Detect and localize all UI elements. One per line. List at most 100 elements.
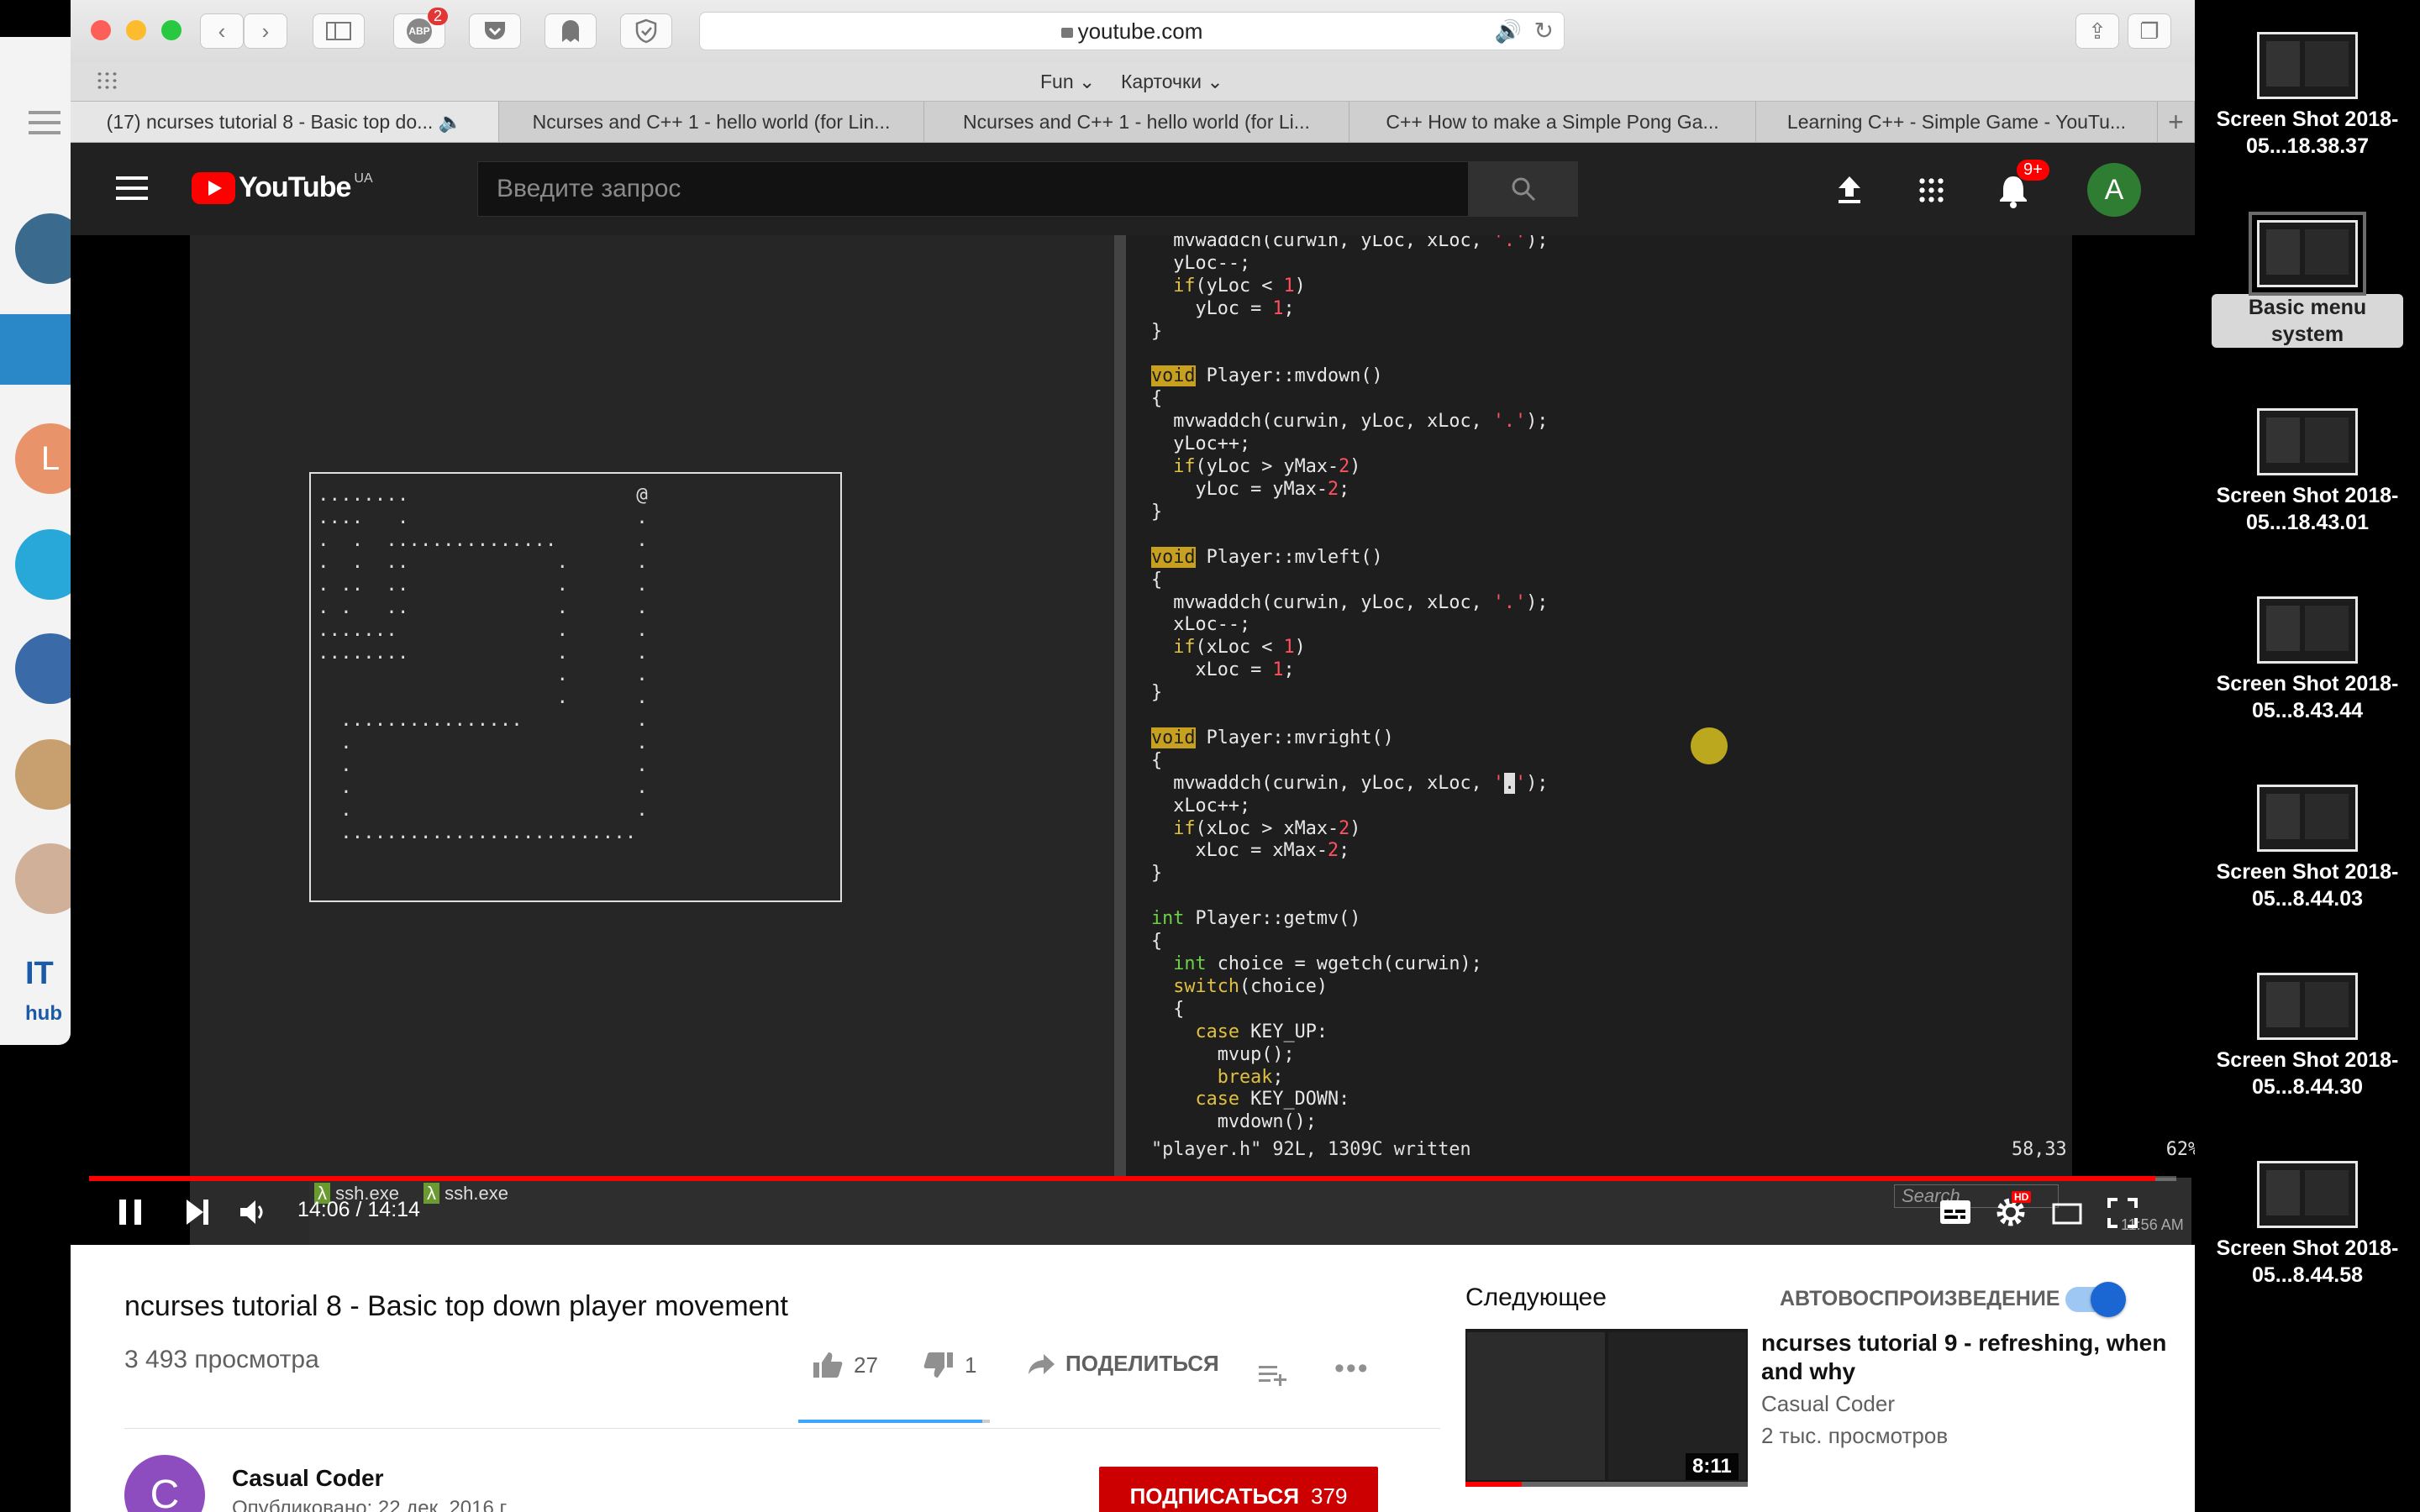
desktop: Screen Shot 2018-05...18.38.37 Basic men…: [2195, 0, 2420, 1512]
file-thumbnail-icon: [2249, 212, 2366, 296]
tab[interactable]: Learning C++ - Simple Game - YouTu...: [1756, 102, 2158, 142]
channel-avatar[interactable]: C: [124, 1455, 205, 1512]
mute-button[interactable]: [239, 1198, 267, 1231]
progress-played: [89, 1176, 2156, 1181]
autoplay-toggle-knob[interactable]: [2091, 1282, 2126, 1317]
adblock-extension-button[interactable]: ABP 2: [393, 8, 448, 49]
share-button[interactable]: ⇪: [2075, 13, 2119, 49]
search-button[interactable]: [1469, 161, 1578, 217]
thumbs-up-icon: [813, 1352, 843, 1378]
tab[interactable]: C++ How to make a Simple Pong Ga...: [1349, 102, 1756, 142]
privacy-shield-button[interactable]: [620, 13, 672, 49]
settings-button[interactable]: HD: [1995, 1191, 2032, 1232]
reload-icon[interactable]: ↻: [1534, 13, 1554, 50]
fullscreen-icon[interactable]: [2107, 1198, 2138, 1228]
account-avatar[interactable]: A: [2087, 163, 2141, 217]
chevron-left-icon: ‹: [218, 18, 226, 44]
pocket-button[interactable]: [469, 13, 521, 49]
share-button[interactable]: ПОДЕЛИТЬСЯ: [1027, 1351, 1219, 1377]
vim-cursor-position: 58,33 62%: [2012, 1139, 2195, 1160]
pocket-icon: [485, 22, 505, 39]
show-tabs-button[interactable]: ❐: [2128, 13, 2171, 49]
desktop-file[interactable]: Screen Shot 2018-05...18.43.01: [2212, 408, 2403, 536]
like-button[interactable]: 27: [812, 1351, 878, 1379]
upload-icon[interactable]: [1833, 173, 1865, 205]
next-video-button[interactable]: [185, 1198, 210, 1231]
skip-next-icon: [187, 1200, 208, 1225]
up-next-heading: Следующее: [1465, 1284, 1607, 1311]
desktop-file[interactable]: Screen Shot 2018-05...18.38.37: [2212, 32, 2403, 160]
bookmark-folder-fun[interactable]: Fun ⌄: [1040, 71, 1095, 93]
desktop-file[interactable]: Screen Shot 2018-05...8.44.30: [2212, 973, 2403, 1100]
shield-icon: [635, 18, 657, 44]
next-video-views: 2 тыс. просмотров: [1761, 1423, 1949, 1448]
file-thumbnail-icon: [2257, 973, 2358, 1040]
new-tab-button[interactable]: +: [2158, 102, 2195, 142]
volume-icon: [240, 1200, 263, 1224]
video-title: ncurses tutorial 8 - Basic top down play…: [124, 1290, 788, 1322]
tabs-icon: ❐: [2139, 18, 2160, 44]
progress-bar[interactable]: [89, 1176, 2176, 1181]
menu-icon[interactable]: [29, 111, 60, 134]
tab-active[interactable]: (17) ncurses tutorial 8 - Basic top do..…: [71, 102, 499, 142]
vim-status-message: "player.h" 92L, 1309C written: [1151, 1139, 1471, 1160]
desktop-file[interactable]: Screen Shot 2018-05...8.44.03: [2212, 785, 2403, 912]
ghost-icon: [562, 20, 579, 42]
apps-icon[interactable]: [1918, 176, 1944, 203]
contact-avatar-selected[interactable]: [0, 314, 71, 385]
zoom-window-button[interactable]: [161, 20, 182, 40]
share-icon: ⇪: [2088, 18, 2107, 44]
ghostery-button[interactable]: [544, 13, 597, 49]
desktop-file-selected[interactable]: Basic menu system: [2212, 212, 2403, 348]
bookmark-folder-cards[interactable]: Карточки ⌄: [1121, 71, 1223, 93]
back-button[interactable]: ‹: [200, 13, 244, 49]
next-video-channel[interactable]: Casual Coder: [1761, 1391, 1895, 1417]
tab[interactable]: Ncurses and C++ 1 - hello world (for Li.…: [924, 102, 1349, 142]
video-frame: ........ @ .... . . . . ............... …: [190, 235, 2195, 1245]
more-actions-icon[interactable]: •••: [1334, 1352, 1370, 1385]
desktop-file[interactable]: Screen Shot 2018-05...8.43.44: [2212, 596, 2403, 724]
guide-menu-icon[interactable]: [116, 176, 148, 200]
pause-button[interactable]: [118, 1198, 143, 1231]
pause-icon: [119, 1200, 141, 1225]
subtitles-icon[interactable]: [1939, 1200, 1971, 1225]
channel-name[interactable]: Casual Coder: [232, 1465, 384, 1492]
next-video-title[interactable]: ncurses tutorial 9 - refreshing, when an…: [1761, 1329, 2181, 1386]
address-bar[interactable]: youtube.com 🔊 ↻: [699, 12, 1565, 50]
forward-button[interactable]: ›: [244, 13, 287, 49]
notification-badge: 9+: [2017, 160, 2049, 181]
sidebar-toggle-button[interactable]: [313, 13, 365, 49]
video-player[interactable]: ........ @ .... . . . . ............... …: [71, 235, 2195, 1245]
vim-editor-pane: mvwaddch(curwin, yLoc, xLoc, '.'); yLoc-…: [1126, 235, 2195, 1178]
it-hub-logo[interactable]: IT hub: [25, 956, 62, 1028]
hd-badge: HD: [2012, 1191, 2032, 1203]
divider: [124, 1428, 1440, 1429]
game-map: ........ @ .... . . . . ............... …: [318, 484, 648, 843]
file-thumbnail-icon: [2257, 596, 2358, 664]
search-input[interactable]: Введите запрос: [477, 161, 1469, 217]
adblock-badge: 2: [427, 8, 448, 25]
terminal-game-pane: ........ @ .... . . . . ............... …: [190, 235, 1114, 1178]
autoplay-label: АВТОВОСПРОИЗВЕДЕНИЕ: [1780, 1287, 2060, 1310]
speaker-icon: 🔈: [438, 111, 463, 133]
background-app-sidebar: L IT hub: [0, 37, 86, 1045]
tab[interactable]: Ncurses and C++ 1 - hello world (for Lin…: [499, 102, 924, 142]
time-display: 14:06 / 14:14: [297, 1198, 420, 1221]
add-to-playlist-icon[interactable]: [1257, 1362, 1289, 1388]
subscribe-button[interactable]: ПОДПИСАТЬСЯ 379: [1099, 1467, 1378, 1512]
minimize-window-button[interactable]: [126, 20, 146, 40]
dislike-button[interactable]: 1: [923, 1351, 976, 1379]
desktop-file[interactable]: Screen Shot 2018-05...8.44.58: [2212, 1161, 2403, 1289]
like-dislike-ratio-bar: [798, 1420, 990, 1423]
video-info-section: ncurses tutorial 8 - Basic top down play…: [71, 1245, 2195, 1512]
browser-toolbar: ‹ › ABP 2 youtube.com 🔊 ↻ ⇪ ❐: [71, 0, 2195, 62]
pane-divider: [1114, 235, 1126, 1178]
speaker-icon[interactable]: 🔊: [1495, 13, 1522, 50]
search-icon: [1512, 177, 1536, 202]
theater-mode-icon[interactable]: [2052, 1203, 2082, 1225]
youtube-logo[interactable]: YouTube UA: [192, 171, 373, 204]
taskbar-item: λ ssh.exe: [424, 1183, 508, 1205]
apps-grid-icon[interactable]: [96, 71, 119, 91]
tab-bar: (17) ncurses tutorial 8 - Basic top do..…: [71, 101, 2195, 143]
close-window-button[interactable]: [91, 20, 111, 40]
